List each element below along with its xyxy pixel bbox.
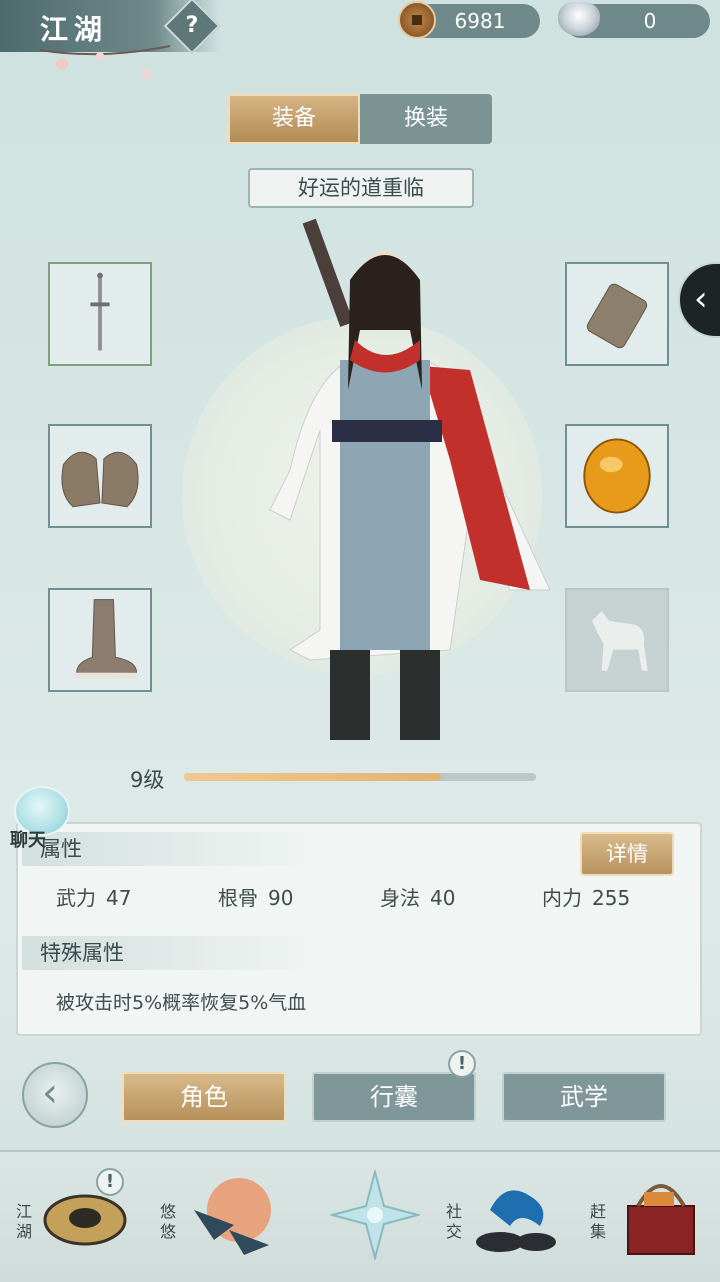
tab-outfit[interactable]: 换装 <box>360 94 492 144</box>
chevron-left-icon: ‹ <box>694 279 708 319</box>
compass-star-icon <box>330 1170 420 1260</box>
nav-martial-button[interactable]: 武学 <box>502 1072 666 1122</box>
attributes-panel: 属性 详情 武力 47 根骨 90 身法 40 内力 255 特殊属性 被攻击时5%概率… <box>16 822 702 1036</box>
dock-item-jianghu[interactable]: 江湖 ! <box>10 1162 140 1274</box>
side-collapse-button[interactable]: ‹ <box>678 262 720 338</box>
horse-icon <box>592 611 648 671</box>
sword-icon <box>90 272 110 351</box>
dock-label: 江湖 <box>16 1202 33 1241</box>
amber-gem-icon <box>583 438 651 514</box>
swallow-bird-icon <box>194 1178 271 1255</box>
level-label: 9级 <box>130 768 165 792</box>
level-progress-bar <box>184 773 536 781</box>
silver-ingot-display: 0 <box>558 2 710 38</box>
character-portrait[interactable] <box>250 210 560 770</box>
dock-label: 社交 <box>446 1202 463 1241</box>
stat-martial: 武力 47 <box>56 882 131 911</box>
boots-icon <box>75 599 139 679</box>
dock-alert-badge: ! <box>96 1168 124 1196</box>
slot-bracer[interactable] <box>565 262 669 366</box>
stat-label: 根骨 <box>218 886 258 910</box>
slot-boots[interactable] <box>48 588 152 692</box>
special-attribute-text: 被攻击时5%概率恢复5%气血 <box>56 992 307 1014</box>
dock-item-social[interactable]: 社交 <box>440 1162 570 1274</box>
dock-label: 赶集 <box>590 1202 607 1241</box>
market-basket-icon <box>627 1184 695 1255</box>
stat-value: 255 <box>592 886 631 910</box>
bag-alert-badge: ! <box>448 1050 476 1078</box>
stat-label: 身法 <box>380 886 420 910</box>
top-bar: 江湖 ? 6981 0 <box>0 0 720 79</box>
slot-accessory[interactable] <box>565 424 669 528</box>
dock-item-market[interactable]: 赶集 <box>584 1162 714 1274</box>
slot-weapon[interactable] <box>48 262 152 366</box>
copper-coin-value: 6981 <box>454 9 506 33</box>
level-progress-fill <box>184 773 441 781</box>
dock-item-center[interactable] <box>300 1162 430 1274</box>
stat-agility: 身法 40 <box>380 882 455 911</box>
dock-item-youyou[interactable]: 悠悠 <box>154 1162 284 1274</box>
shoulder-armor-icon <box>61 451 139 508</box>
slot-mount[interactable] <box>565 588 669 692</box>
stat-value: 47 <box>106 886 132 910</box>
silver-ingot-value: 0 <box>643 9 657 33</box>
blossom-branch-icon <box>40 45 171 79</box>
wave-bowl-icon <box>476 1190 556 1252</box>
bottom-dock: 江湖 ! 悠悠 社交 赶集 <box>0 1150 720 1282</box>
chat-label: 聊天 <box>10 830 46 851</box>
back-button[interactable]: ‹ <box>22 1062 88 1128</box>
back-arrow-icon: ‹ <box>42 1070 58 1116</box>
equip-tabs: 装备 换装 <box>228 94 492 144</box>
bracer-icon <box>586 283 648 349</box>
stat-inner-power: 内力 255 <box>542 882 630 911</box>
character-name: 好运的道重临 <box>248 168 474 208</box>
slot-armor[interactable] <box>48 424 152 528</box>
stat-constitution: 根骨 90 <box>218 882 293 911</box>
chat-button[interactable]: 聊天 <box>8 786 72 851</box>
stat-label: 内力 <box>542 886 582 910</box>
nav-bag-button[interactable]: 行囊 <box>312 1072 476 1122</box>
stat-value: 90 <box>268 886 294 910</box>
stat-label: 武力 <box>56 886 96 910</box>
special-attributes-heading: 特殊属性 <box>22 936 322 970</box>
stat-value: 40 <box>430 886 456 910</box>
copper-coin-display: 6981 <box>398 1 540 39</box>
nav-role-button[interactable]: 角色 <box>122 1072 286 1122</box>
question-diamond-icon: ? <box>185 13 199 38</box>
detail-button[interactable]: 详情 <box>580 832 674 876</box>
dock-label: 悠悠 <box>160 1202 177 1241</box>
tab-equip[interactable]: 装备 <box>228 94 360 144</box>
